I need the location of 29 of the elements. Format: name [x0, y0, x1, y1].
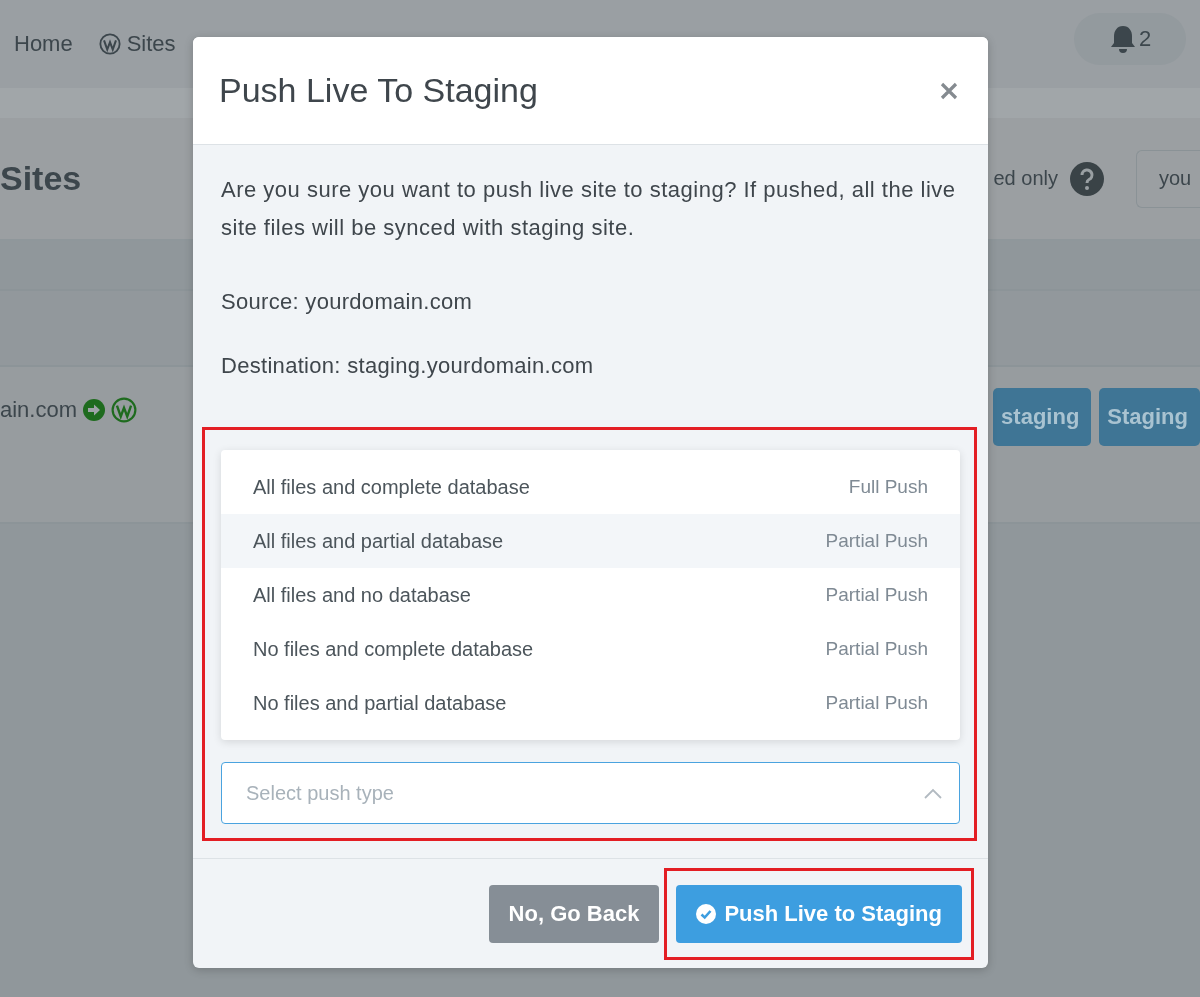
nav-link[interactable]: Home — [14, 31, 73, 57]
arrow-circle-icon[interactable] — [83, 399, 106, 421]
dropdown-option[interactable]: All files and complete database Full Push — [221, 460, 960, 514]
chevron-up-icon — [924, 788, 942, 799]
dropdown-option[interactable]: All files and partial database Partial Push — [221, 514, 960, 568]
filter-label: ed only — [993, 167, 1058, 190]
help-icon[interactable] — [1070, 161, 1104, 196]
site-domain[interactable]: ain.com — [0, 397, 78, 423]
push-type-select[interactable]: Select push type — [221, 762, 960, 824]
modal-title: Push Live To Staging — [219, 71, 538, 110]
notification-button[interactable]: 2 — [1074, 13, 1186, 65]
check-circle-icon — [696, 903, 717, 924]
source-text: Source: yourdomain.com — [221, 288, 474, 316]
wordpress-icon — [111, 397, 138, 423]
staging-button[interactable]: staging — [993, 388, 1092, 446]
confirm-message: Are you sure you want to push live site to staging? If pushed, all the live site files will be synced with staging site. — [221, 176, 957, 242]
dropdown-option[interactable]: All files and no database Partial Push — [221, 568, 960, 622]
dropdown-option[interactable]: No files and complete database Partial Push — [221, 622, 960, 676]
page-title: Sites — [0, 159, 82, 198]
search-field[interactable]: you — [1136, 149, 1200, 208]
staging-button[interactable]: Staging — [1099, 388, 1200, 446]
wordpress-icon — [98, 33, 121, 55]
close-icon — [940, 81, 958, 100]
nav-link[interactable]: Sites — [126, 31, 176, 57]
destination-text: Destination: staging.yourdomain.com — [221, 352, 595, 380]
push-button[interactable]: Push Live to Staging — [676, 884, 962, 943]
dropdown-option[interactable]: No files and partial database Partial Push — [221, 676, 960, 730]
back-button[interactable]: No, Go Back — [488, 884, 660, 943]
bell-icon — [1108, 24, 1137, 54]
